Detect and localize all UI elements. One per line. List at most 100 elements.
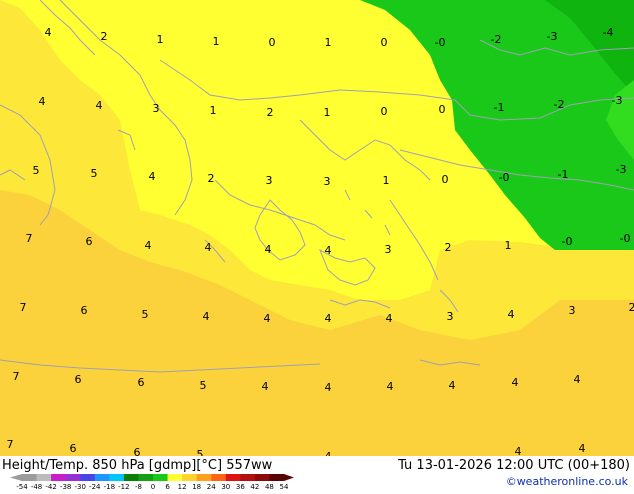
legend-swatch [66,474,81,481]
legend-tick-label: 24 [207,483,216,490]
weather-map-view: 4211010-0-2-3-444312100-1-2-355423310-0-… [0,0,634,490]
temperature-label: -1 [494,101,505,114]
temperature-label: 0 [269,36,276,49]
legend-swatch [124,474,139,481]
temperature-label: 0 [439,103,446,116]
temperature-label: -3 [612,94,623,107]
temperature-label: 4 [203,310,210,323]
temperature-label: -4 [603,26,614,39]
temperature-label: 4 [387,380,394,393]
temperature-label: -3 [547,30,558,43]
legend-swatch [211,474,226,481]
legend-tick-label: -30 [75,483,86,490]
temperature-label: 4 [45,26,52,39]
temperature-label: 3 [324,175,331,188]
temperature-label: 4 [515,445,522,456]
legend-swatch [22,474,37,481]
temperature-label: 4 [265,243,272,256]
temperature-label: 4 [325,312,332,325]
temperature-label: 4 [508,308,515,321]
legend-tick-label: 48 [265,483,274,490]
legend-tick-label: -12 [118,483,129,490]
temperature-label: -0 [620,232,631,245]
temperature-label: 4 [264,312,271,325]
temperature-label: 4 [386,312,393,325]
temperature-label: 2 [101,30,108,43]
temperature-label: 6 [70,442,77,455]
temperature-label: 4 [512,376,519,389]
temperature-label: 3 [447,310,454,323]
legend-arrow-left [10,474,22,481]
temperature-label: 2 [208,172,215,185]
legend-tick-label: 30 [221,483,230,490]
legend-swatch [138,474,153,481]
legend-swatch [51,474,66,481]
temperature-label: 1 [383,174,390,187]
temperature-label: 2 [445,241,452,254]
temperature-label: -3 [616,163,627,176]
temperature-label: 4 [262,380,269,393]
temperature-label: 5 [142,308,149,321]
temperature-label: 3 [266,174,273,187]
legend-tick-label: 36 [236,483,245,490]
legend-tick-label: -48 [31,483,42,490]
temperature-label: 7 [20,301,27,314]
legend-swatch [168,474,183,481]
temperature-label: 7 [13,370,20,383]
legend-tick-label: -42 [45,483,56,490]
temperature-label: 0 [442,173,449,186]
map-area[interactable]: 4 2 1 1 0 1 0 -0 -2 -3 -4 4 4 3 1 2 1 0 0 -1 -2 -3 5 5 4 2 3 3 1 0 -0 -… [0,0,634,456]
temperature-label: 4 [96,99,103,112]
temperature-label: 4 [149,170,156,183]
temperature-label: 6 [75,373,82,386]
temperature-label: 4 [39,95,46,108]
legend-scale: -54-48-42-38-30-24-18-12-806121824303642… [0,472,300,490]
temperature-label: 3 [569,304,576,317]
legend-swatch [95,474,110,481]
legend-tick-label: 18 [192,483,201,490]
legend-swatch [80,474,95,481]
temperature-label: -0 [562,235,573,248]
legend-tick-label: 12 [178,483,187,490]
legend-tick-label: 6 [165,483,170,490]
temperature-label: 5 [200,379,207,392]
temperature-label: 4 [325,381,332,394]
legend-tick-label: -24 [89,483,101,490]
legend-swatch [255,474,270,481]
temperature-label: 6 [81,304,88,317]
temperature-label: 3 [153,102,160,115]
temperature-label: -2 [554,98,565,111]
legend-tick-label: 54 [280,483,289,490]
temperature-label: -0 [435,36,446,49]
legend-swatch [226,474,241,481]
temperature-label: 4 [145,239,152,252]
legend-swatch [37,474,52,481]
temperature-label: 1 [210,104,217,117]
legend-swatch [197,474,212,481]
temperature-label: 1 [213,35,220,48]
valid-datetime: Tu 13-01-2026 12:00 UTC (00+180) [398,458,630,473]
temperature-label: 1 [505,239,512,252]
temperature-label: 5 [91,167,98,180]
temperature-label: 4 [574,373,581,386]
legend-arrow-right [284,474,294,481]
temperature-label: 2 [267,106,274,119]
temperature-label: 3 [385,243,392,256]
map-title: Height/Temp. 850 hPa [gdmp][°C] 557ww [2,458,272,473]
temperature-label: 5 [197,448,204,456]
temperature-label: -1 [558,168,569,181]
temperature-label: 1 [324,106,331,119]
temperature-label: 0 [381,36,388,49]
temperature-label: 6 [86,235,93,248]
temperature-label: -2 [491,33,502,46]
temperature-label: 4 [205,241,212,254]
temperature-label: 0 [381,105,388,118]
temperature-label: 5 [33,164,40,177]
legend-tick-label: -54 [16,483,28,490]
temperature-label: 1 [325,36,332,49]
temperature-label: 7 [7,438,14,451]
credit-link[interactable]: ©weatheronline.co.uk [506,475,628,488]
legend-tick-label: -8 [135,483,142,490]
temperature-label: 6 [138,376,145,389]
legend-tick-label: 0 [151,483,155,490]
